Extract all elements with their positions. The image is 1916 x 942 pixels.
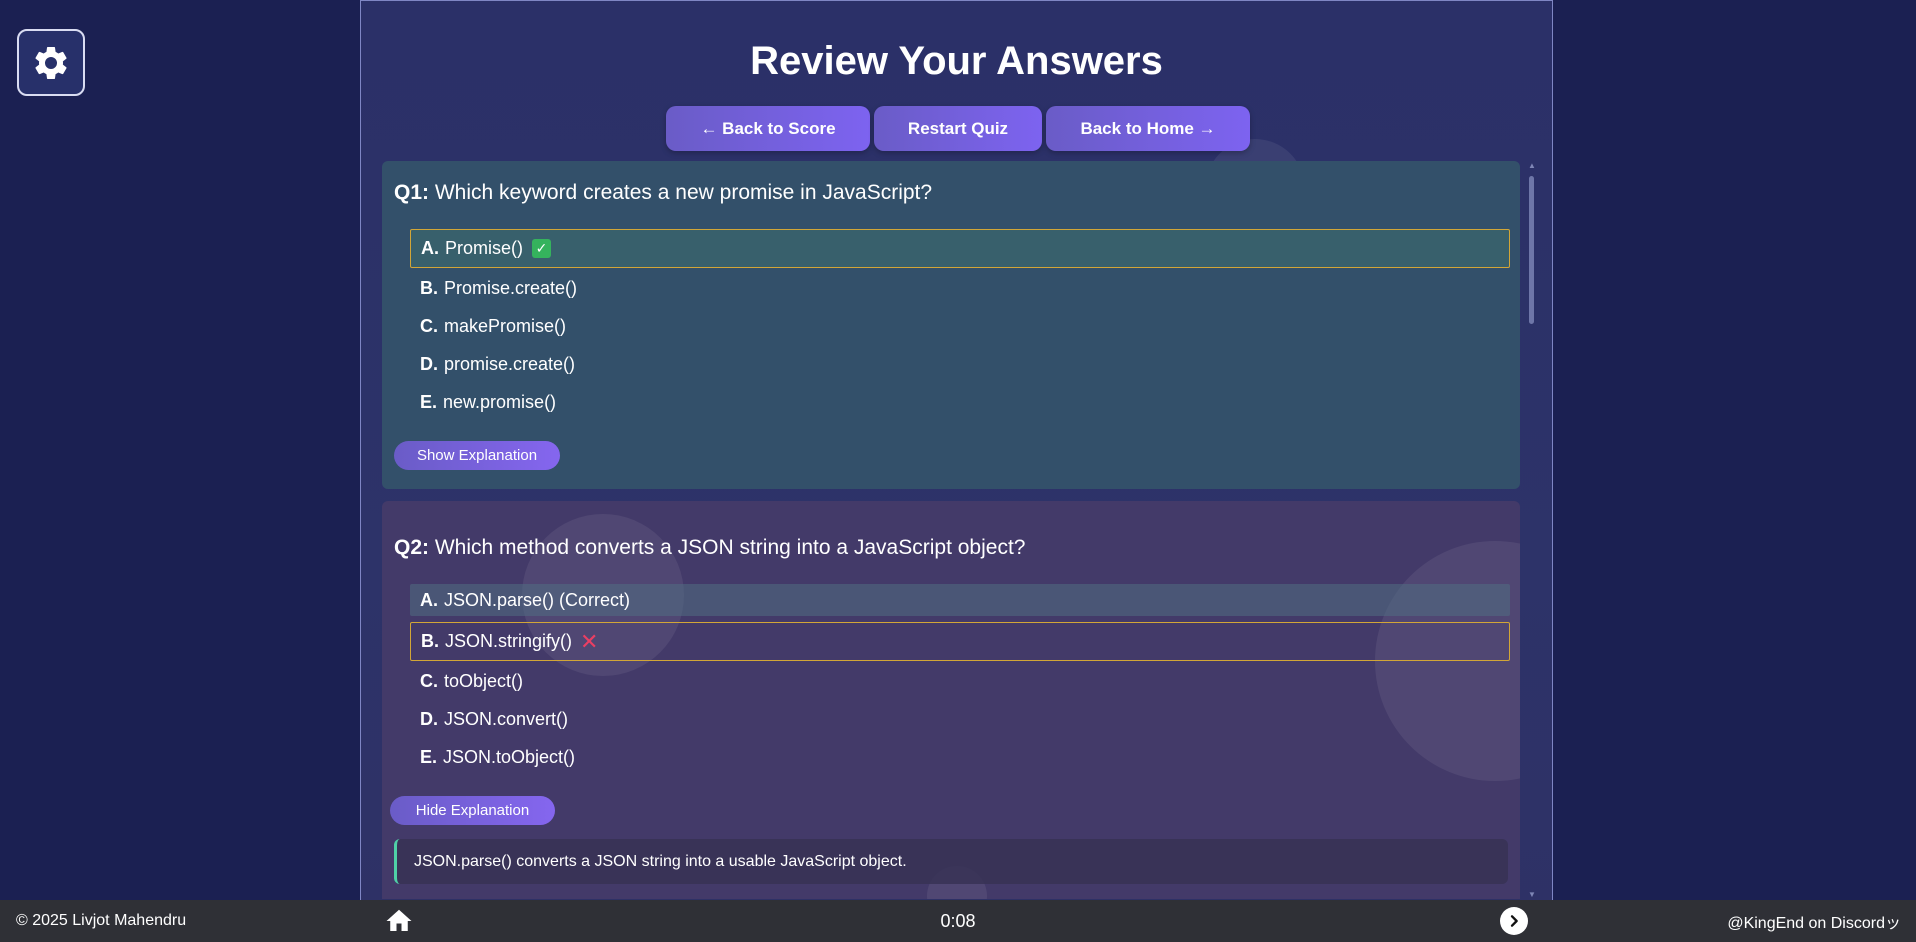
question-card: Q2: Which method converts a JSON string … — [382, 501, 1520, 899]
option-text: new.promise() — [443, 392, 557, 412]
option-text: Promise.create() — [444, 278, 578, 298]
review-list[interactable]: Q1: Which keyword creates a new promise … — [382, 161, 1520, 899]
option-e: E. JSON.toObject() — [410, 738, 1510, 777]
option-e: E. new.promise() — [410, 383, 1510, 422]
question-label: Which method converts a JSON string into… — [434, 536, 1026, 559]
explanation-text: JSON.parse() converts a JSON string into… — [394, 839, 1508, 884]
hide-explanation-button[interactable]: Hide Explanation — [390, 796, 555, 825]
question-card: Q1: Which keyword creates a new promise … — [382, 161, 1520, 489]
page-title: Review Your Answers — [750, 39, 1163, 83]
option-b: B. JSON.stringify() ✕ — [410, 622, 1510, 661]
option-text: JSON.stringify() — [445, 631, 573, 651]
review-panel: Review Your Answers ← Back to Score Rest… — [360, 0, 1553, 942]
back-to-home-button[interactable]: Back to Home → — [1046, 106, 1250, 151]
home-icon — [386, 909, 412, 931]
back-to-score-button[interactable]: ← Back to Score — [666, 106, 870, 151]
timer: 0:08 — [940, 910, 976, 931]
question-text: Q1: Which keyword creates a new promise … — [394, 181, 932, 205]
option-letter: B. — [421, 631, 439, 651]
option-text: toObject() — [444, 671, 524, 691]
option-d: D. promise.create() — [410, 345, 1510, 384]
option-text: Promise() — [445, 238, 524, 258]
chevron-right-icon — [1510, 915, 1518, 927]
scroll-up-arrow-icon[interactable]: ▲ — [1527, 161, 1537, 170]
show-explanation-button[interactable]: Show Explanation — [394, 441, 560, 470]
next-button[interactable] — [1500, 907, 1528, 935]
option-letter: C. — [420, 671, 438, 691]
option-c: C. makePromise() — [410, 307, 1510, 346]
discord-handle: @KingEnd on Discordッ — [1727, 915, 1901, 932]
option-letter: D. — [420, 709, 438, 729]
option-letter: A. — [421, 238, 439, 258]
option-c: C. toObject() — [410, 662, 1510, 701]
option-letter: E. — [420, 392, 438, 412]
settings-button[interactable] — [17, 29, 85, 96]
restart-quiz-button[interactable]: Restart Quiz — [874, 106, 1042, 151]
scrollbar-thumb[interactable] — [1529, 176, 1534, 324]
question-label: Which keyword creates a new promise in J… — [434, 181, 933, 204]
question-number: Q2: — [394, 536, 430, 559]
question-text: Q2: Which method converts a JSON string … — [394, 536, 1025, 560]
check-mark-icon: ✓ — [532, 239, 552, 258]
option-text: JSON.convert() — [444, 709, 569, 729]
option-b: B. Promise.create() — [410, 269, 1510, 308]
option-d: D. JSON.convert() — [410, 700, 1510, 739]
option-letter: B. — [420, 278, 438, 298]
option-text: JSON.parse() (Correct) — [444, 589, 631, 610]
scrollbar[interactable]: ▲ ▼ — [1527, 161, 1537, 899]
option-letter: D. — [420, 354, 438, 374]
option-text: JSON.toObject() — [443, 747, 576, 767]
copyright-text: © 2025 Livjot Mahendru — [16, 912, 187, 929]
option-text: makePromise() — [444, 316, 567, 336]
footer: © 2025 Livjot Mahendru 0:08 @KingEnd on … — [0, 900, 1916, 942]
cross-mark-icon: ✕ — [580, 628, 599, 654]
gear-icon — [35, 46, 67, 79]
question-number: Q1: — [394, 181, 430, 204]
option-a: A. JSON.parse() (Correct) — [410, 584, 1510, 616]
option-letter: E. — [420, 747, 438, 767]
home-button[interactable] — [384, 906, 414, 936]
option-letter: A. — [420, 589, 438, 610]
scroll-down-arrow-icon[interactable]: ▼ — [1527, 890, 1537, 899]
option-text: promise.create() — [444, 354, 576, 374]
option-letter: C. — [420, 316, 438, 336]
option-a: A. Promise() ✓ — [410, 229, 1510, 268]
